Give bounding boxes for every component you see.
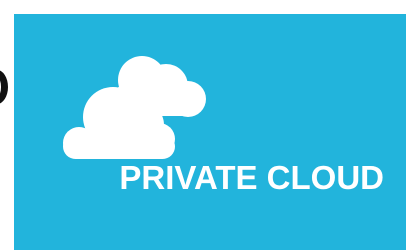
cropped-edge-glyph [0, 62, 8, 112]
tile-label: PRIVATE CLOUD [119, 159, 384, 196]
private-cloud-tile: PRIVATE CLOUD [14, 14, 406, 250]
edge-glyph-shape [0, 70, 8, 104]
cloud-icon [63, 56, 206, 159]
image-canvas: PRIVATE CLOUD [0, 0, 406, 250]
